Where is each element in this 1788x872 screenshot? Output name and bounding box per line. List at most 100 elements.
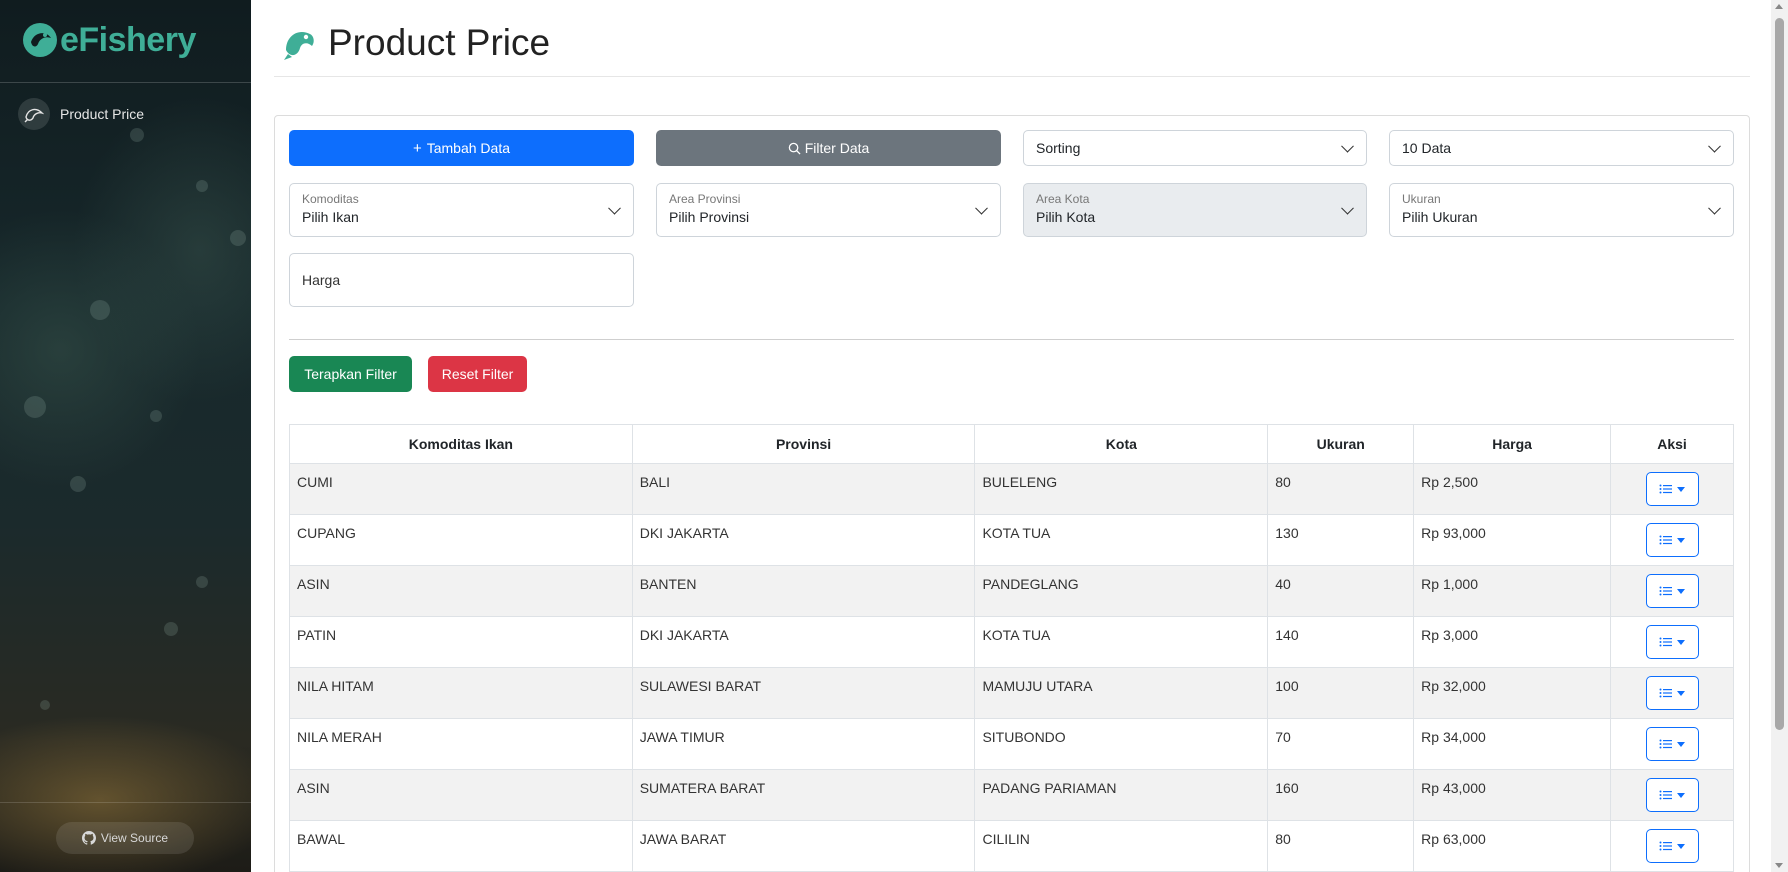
bokeh-decoration	[150, 410, 162, 422]
list-icon	[1659, 688, 1672, 698]
table-cell: Rp 2,500	[1413, 463, 1612, 515]
plus-icon: +	[412, 139, 422, 157]
column-header: Komoditas Ikan	[289, 424, 633, 464]
row-actions-dropdown-button[interactable]	[1645, 472, 1699, 506]
page-scrollbar[interactable]	[1771, 0, 1788, 872]
table-cell: DKI JAKARTA	[631, 616, 976, 668]
table-cell: BALI	[631, 463, 976, 515]
table-row: NILA HITAM SULAWESI BARAT MAMUJU UTARA 100 R…	[289, 667, 1734, 719]
apply-filter-button[interactable]: Terapkan Filter	[289, 356, 412, 392]
table-cell: CUPANG	[289, 514, 633, 566]
bokeh-decoration	[196, 576, 208, 588]
bokeh-decoration	[196, 180, 208, 192]
table-cell: 40	[1267, 565, 1415, 617]
ukuran-label: Ukuran	[1402, 192, 1441, 206]
list-icon	[1659, 739, 1672, 749]
table-cell: 130	[1267, 514, 1415, 566]
list-icon	[1659, 484, 1672, 494]
github-icon	[81, 831, 96, 845]
row-actions-dropdown-button[interactable]	[1645, 778, 1699, 812]
list-icon	[1659, 841, 1672, 851]
chevron-down-icon	[1708, 139, 1721, 153]
bokeh-decoration	[90, 300, 110, 320]
sidebar-item-product-price[interactable]: Product Price	[18, 98, 144, 130]
table-cell: KOTA TUA	[974, 616, 1269, 668]
table-cell: PADANG PARIAMAN	[974, 769, 1269, 821]
caret-down-icon	[1677, 537, 1685, 543]
view-source-button[interactable]: View Source	[56, 822, 194, 854]
table-cell: BAWAL	[289, 820, 633, 872]
column-header: Kota	[974, 424, 1269, 464]
table-cell-actions	[1610, 667, 1734, 719]
list-icon	[1659, 586, 1672, 596]
chevron-down-icon	[975, 201, 988, 215]
ukuran-value: Pilih Ukuran	[1402, 209, 1478, 225]
table-cell: Rp 32,000	[1413, 667, 1612, 719]
scrollbar-thumb[interactable]	[1775, 18, 1784, 730]
table-cell: NILA MERAH	[289, 718, 633, 770]
row-actions-dropdown-button[interactable]	[1645, 676, 1699, 710]
row-actions-dropdown-button[interactable]	[1645, 829, 1699, 863]
column-header: Provinsi	[631, 424, 976, 464]
kota-label: Area Kota	[1036, 192, 1090, 206]
bokeh-decoration	[24, 396, 46, 418]
provinsi-value: Pilih Provinsi	[669, 209, 750, 225]
table-cell-actions	[1610, 616, 1734, 668]
caret-down-icon	[1677, 690, 1685, 696]
bokeh-decoration	[40, 700, 50, 710]
table-cell: 160	[1267, 769, 1415, 821]
reset-filter-button[interactable]: Reset Filter	[428, 356, 527, 392]
komoditas-select[interactable]: Komoditas Pilih Ikan	[289, 183, 634, 237]
brand-logo[interactable]: eFishery	[22, 20, 196, 60]
header-divider	[274, 76, 1750, 77]
row-actions-dropdown-button[interactable]	[1645, 625, 1699, 659]
table-cell: Rp 1,000	[1413, 565, 1612, 617]
table-cell: JAWA TIMUR	[631, 718, 976, 770]
caret-down-icon	[1677, 639, 1685, 645]
filter-data-label: Filter Data	[804, 140, 870, 156]
row-actions-dropdown-button[interactable]	[1645, 523, 1699, 557]
caret-down-icon	[1677, 741, 1685, 747]
filter-data-button[interactable]: Filter Data	[656, 130, 1001, 166]
chevron-down-icon	[1708, 201, 1721, 215]
table-cell-actions	[1610, 820, 1734, 872]
bokeh-decoration	[70, 476, 86, 492]
scroll-down-arrow-icon[interactable]	[1775, 863, 1783, 868]
view-source-label: View Source	[100, 831, 169, 845]
sidebar-divider	[0, 802, 251, 803]
ukuran-select[interactable]: Ukuran Pilih Ukuran	[1389, 183, 1734, 237]
table-cell: BULELENG	[974, 463, 1269, 515]
table-cell-actions	[1610, 565, 1734, 617]
caret-down-icon	[1677, 486, 1685, 492]
table-cell: Rp 3,000	[1413, 616, 1612, 668]
bokeh-decoration	[130, 128, 144, 142]
table-cell: NILA HITAM	[289, 667, 633, 719]
apply-filter-label: Terapkan Filter	[304, 366, 397, 382]
fish-icon	[284, 31, 314, 60]
provinsi-select[interactable]: Area Provinsi Pilih Provinsi	[656, 183, 1001, 237]
table-cell-actions	[1610, 769, 1734, 821]
harga-placeholder: Harga	[302, 272, 341, 288]
table-cell-actions	[1610, 463, 1734, 515]
table-cell: Rp 93,000	[1413, 514, 1612, 566]
table-cell: Rp 43,000	[1413, 769, 1612, 821]
table-cell: CILILIN	[974, 820, 1269, 872]
add-data-button[interactable]: + Tambah Data	[289, 130, 634, 166]
table-row: NILA MERAH JAWA TIMUR SITUBONDO 70 Rp 34,000	[289, 718, 1734, 770]
sorting-value: Sorting	[1036, 140, 1081, 156]
table-cell: PANDEGLANG	[974, 565, 1269, 617]
sorting-select[interactable]: Sorting	[1023, 130, 1367, 166]
table-header-row: Komoditas Ikan Provinsi Kota Ukuran Harg…	[289, 424, 1734, 464]
scroll-up-arrow-icon[interactable]	[1775, 4, 1783, 9]
page-size-select[interactable]: 10 Data	[1389, 130, 1734, 166]
add-data-label: Tambah Data	[426, 140, 511, 156]
chevron-down-icon	[1341, 201, 1354, 215]
komoditas-label: Komoditas	[302, 192, 359, 206]
chevron-down-icon	[608, 201, 621, 215]
list-icon	[1659, 790, 1672, 800]
harga-input[interactable]: Harga	[289, 253, 634, 307]
row-actions-dropdown-button[interactable]	[1645, 574, 1699, 608]
row-actions-dropdown-button[interactable]	[1645, 727, 1699, 761]
search-icon	[788, 142, 801, 155]
table-row: ASIN BANTEN PANDEGLANG 40 Rp 1,000	[289, 565, 1734, 617]
